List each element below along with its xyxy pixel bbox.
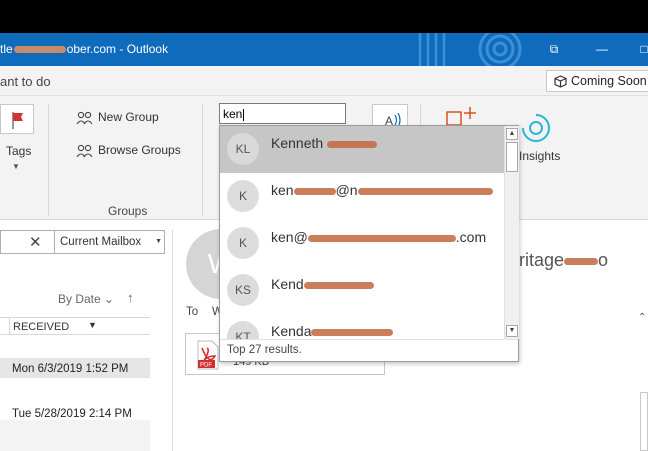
tell-me-bar: ant to do Coming Soon [0,66,648,96]
coming-soon-label: Coming Soon [571,74,647,88]
follow-up-button[interactable] [0,104,34,134]
suggestion-item[interactable]: K ken @n [220,173,505,220]
redaction [327,140,378,148]
redaction [311,328,394,336]
suggestion-item[interactable]: KS Kend [220,267,505,314]
search-people-input[interactable]: ken [219,103,346,124]
chevron-down-icon: ⌄ [104,292,115,306]
tags-label[interactable]: Tags [6,144,31,158]
contact-name: ken@ .com [271,229,487,245]
results-count: Top 27 results. [220,339,518,361]
chevron-down-icon[interactable]: ▼ [12,162,20,171]
title-bar: tle ober.com - Outlook ⧉ — □ [0,33,648,66]
contact-avatar: K [227,227,259,259]
browse-groups-button[interactable]: Browse Groups [76,143,186,161]
cube-icon [554,75,567,88]
search-people-value: ken [223,107,243,121]
chevron-down-icon: ▼ [155,238,162,245]
window-title: tle ober.com - Outlook [0,42,169,56]
message-row[interactable]: Mon 6/3/2019 1:52 PM [0,358,150,378]
new-group-button[interactable]: New Group [76,110,166,128]
received-header-label: RECEIVED [13,321,70,333]
suggestion-scrollbar[interactable]: ▲ ▼ [504,126,519,339]
contact-avatar: KT [227,321,259,339]
browse-groups-label: Browse Groups [98,143,181,157]
pane-divider [172,230,173,451]
addin-icon[interactable] [446,106,480,126]
message-received: Tue 5/28/2019 2:14 PM [12,408,132,420]
scroll-thumb[interactable] [506,142,518,172]
column-divider [9,318,10,334]
pdf-icon: PDF [197,340,219,370]
contact-name: Kenneth [271,135,378,151]
received-column-header[interactable]: RECEIVED ▼ [0,317,150,335]
divider [202,104,203,216]
list-footer [0,420,150,451]
redaction [293,187,336,195]
svg-text:PDF: PDF [200,363,212,369]
screen-top-strip [0,0,648,33]
contact-name: Kenda [271,323,394,339]
new-group-icon [76,111,93,125]
flag-icon [12,112,23,129]
suggestion-item[interactable]: KL Kenneth [220,126,505,173]
browse-groups-icon [76,144,93,158]
reading-pane-scrollbar[interactable] [640,392,648,451]
new-group-label: New Group [98,110,159,124]
redaction [13,46,66,54]
insights-label: Insights [519,149,561,163]
text-caret [243,108,245,121]
message-list-pane: ✕ Current Mailbox ▼ By Date ⌄ ↑ RECEIVED… [0,220,165,451]
people-search-suggestions: KL Kenneth K ken @n K ken@ .com KS Kend KT… [219,125,519,362]
title-bar-decoration [418,33,522,66]
groups-section-label: Groups [108,204,148,218]
redaction [303,281,374,289]
scroll-up-icon[interactable]: ▲ [506,128,518,140]
sender-name: ritage o [519,250,609,270]
maximize-icon[interactable]: □ [636,41,648,57]
contact-name: Kend [271,276,374,292]
sort-direction-icon[interactable]: ↑ [127,290,134,305]
minimize-icon[interactable]: — [594,41,610,57]
sort-by-dropdown[interactable]: By Date ⌄ [58,292,114,306]
suggestion-item[interactable]: KT Kenda [220,314,505,339]
suggestion-item[interactable]: K ken@ .com [220,220,505,267]
message-received: Mon 6/3/2019 1:52 PM [12,363,129,375]
restore-icon[interactable]: ⧉ [546,41,562,57]
outlook-window: tle ober.com - Outlook ⧉ — □ ant to do Co… [0,0,648,451]
contact-name: ken @n [271,182,493,198]
contact-avatar: KL [227,133,259,165]
mail-search-bar[interactable]: ✕ Current Mailbox ▼ [0,230,165,254]
suggestion-list: KL Kenneth K ken @n K ken@ .com KS Kend KT… [220,126,505,339]
redaction [564,257,599,265]
contact-avatar: KS [227,274,259,306]
contact-avatar: K [227,180,259,212]
close-icon[interactable]: ✕ [29,233,42,251]
redaction [357,187,493,195]
scroll-down-icon[interactable]: ▼ [506,325,518,337]
divider [48,104,49,216]
search-scope-dropdown[interactable]: Current Mailbox ▼ [54,231,166,253]
redaction [307,234,456,242]
coming-soon-button[interactable]: Coming Soon [546,70,648,92]
tell-me-input[interactable]: ant to do [0,74,51,89]
sort-indicator-icon: ▼ [88,320,97,330]
search-scope-value: Current Mailbox [60,236,142,248]
chevron-up-icon[interactable]: ⌃ [638,312,646,323]
to-label: To [186,306,199,318]
